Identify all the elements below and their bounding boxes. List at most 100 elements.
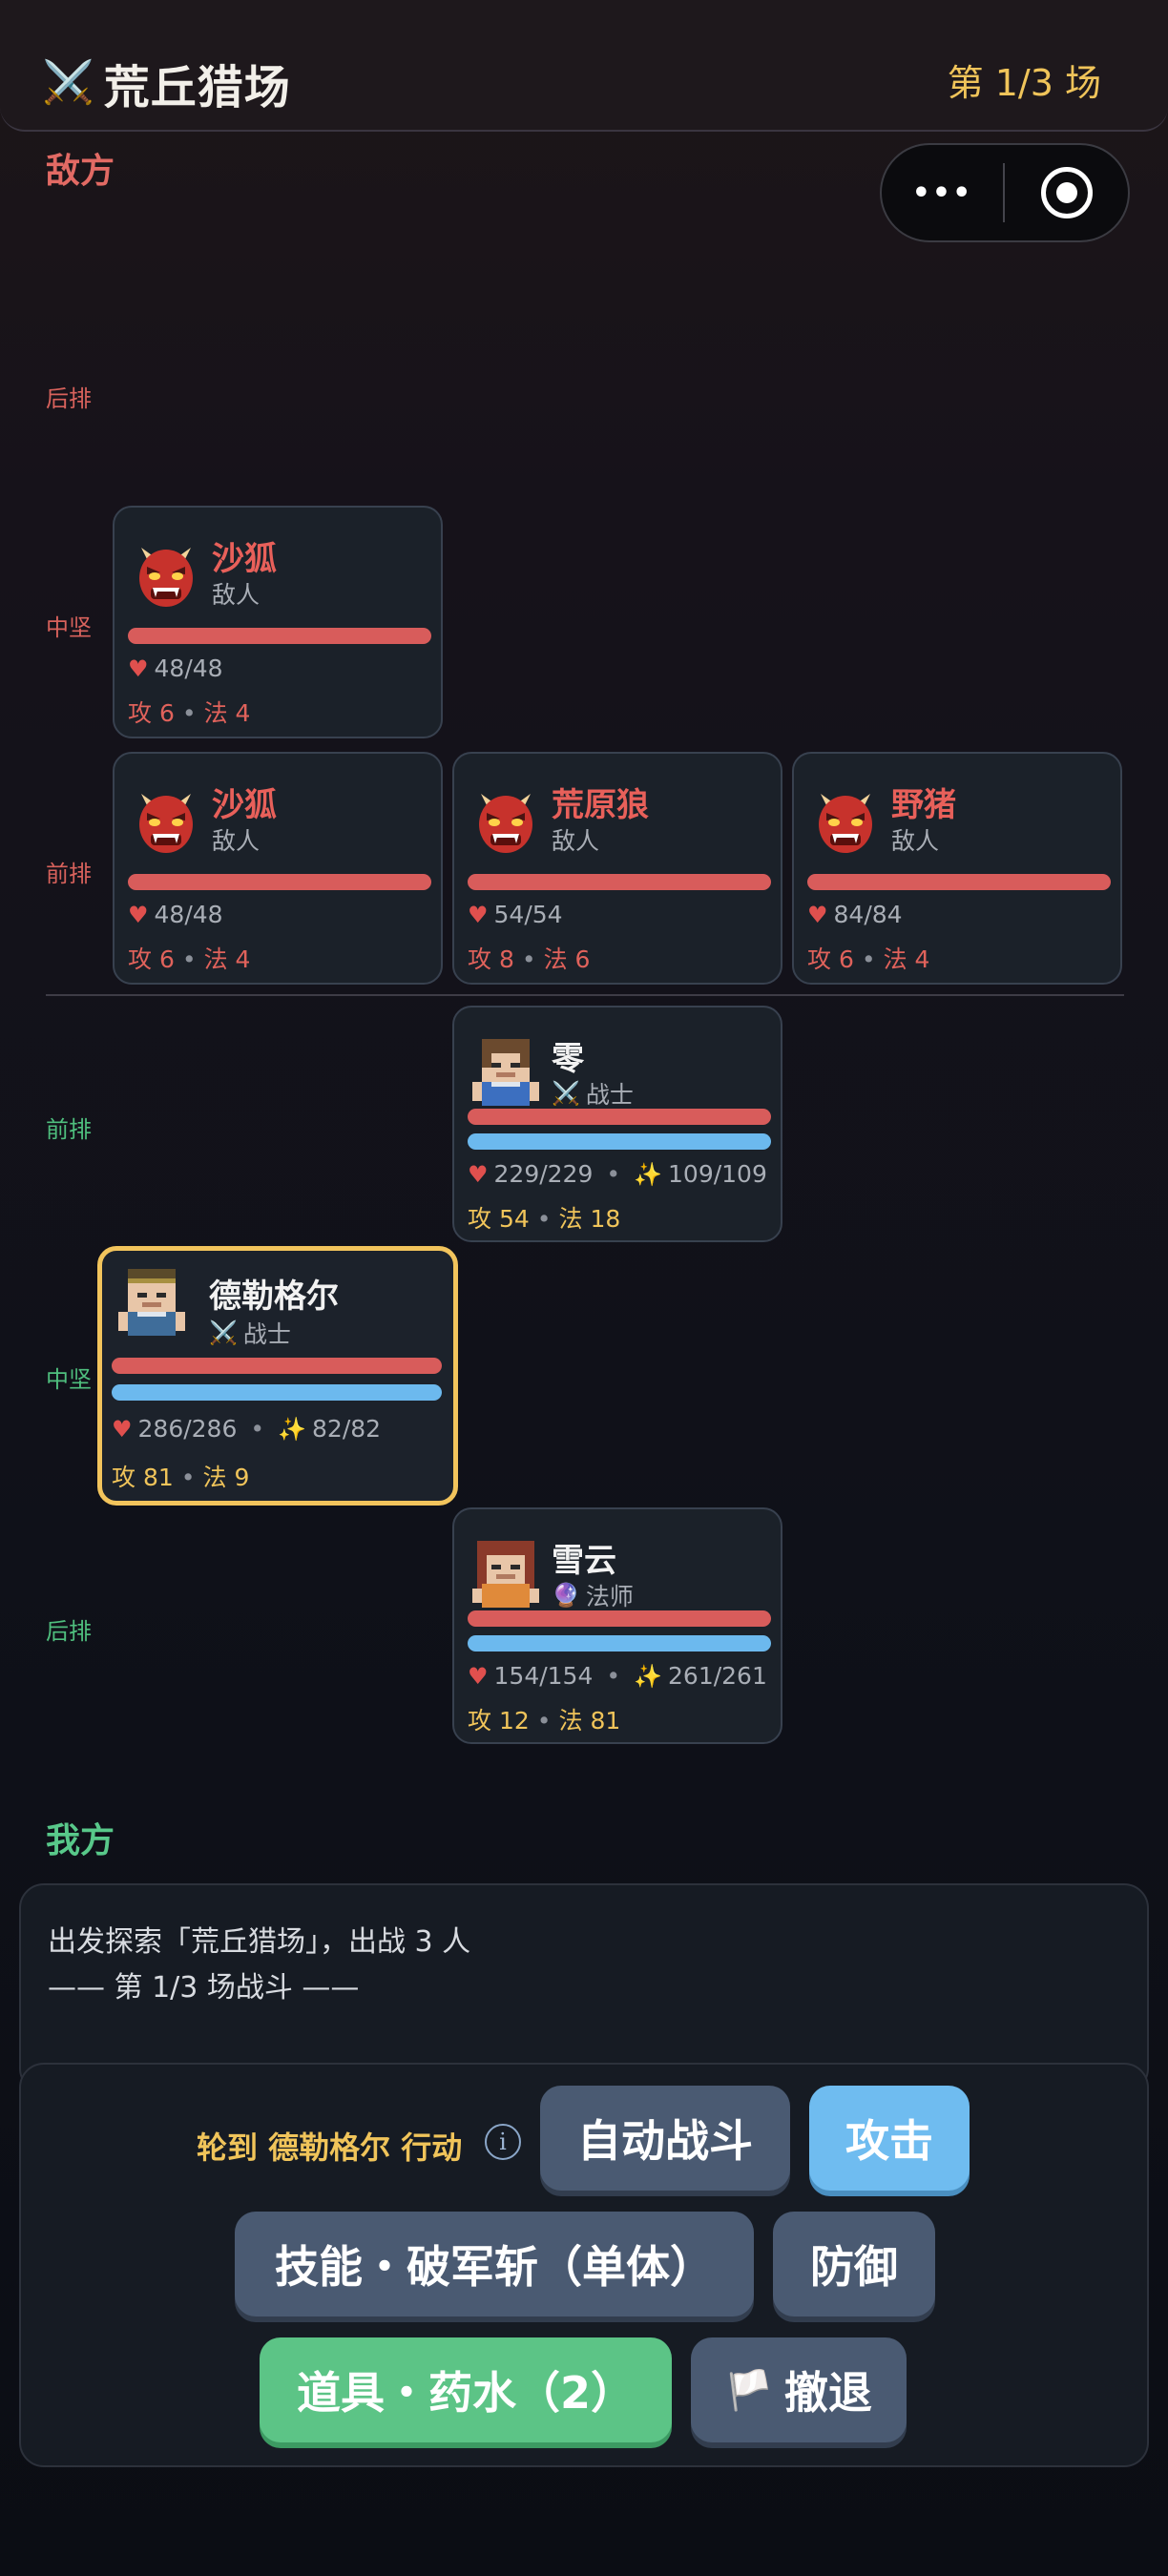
unit-role: 敌人 xyxy=(891,827,940,855)
magic-value: 法 4 xyxy=(883,945,930,973)
more-menu-button[interactable]: ••• xyxy=(882,177,1003,210)
stat-line: ♥ 84/84 xyxy=(807,901,903,928)
mp-value: 82/82 xyxy=(312,1415,382,1443)
unit-role: 敌人 xyxy=(552,827,600,855)
sparkle-icon: ✨ xyxy=(278,1415,307,1443)
crossed-swords-icon: ⚔️ xyxy=(209,1319,238,1346)
magic-value: 法 6 xyxy=(543,945,591,973)
hp-bar xyxy=(468,1610,771,1627)
info-icon[interactable]: i xyxy=(485,2124,521,2160)
battlefield-divider xyxy=(46,994,1124,996)
hp-value: 48/48 xyxy=(154,654,223,682)
item-potion-button[interactable]: 道具・药水（2） xyxy=(260,2337,672,2442)
stat-line: ♥ 54/54 xyxy=(468,901,563,928)
enemy-section-label: 敌方 xyxy=(46,152,115,191)
heart-icon: ♥ xyxy=(468,1160,489,1188)
hp-bar xyxy=(112,1358,442,1374)
sparkle-icon: ✨ xyxy=(634,1662,663,1690)
miniprogram-capsule: ••• xyxy=(880,143,1130,242)
attack-button[interactable]: 攻击 xyxy=(809,2086,970,2191)
oni-mask-icon xyxy=(139,794,193,853)
mp-bar xyxy=(468,1133,771,1150)
attack-magic-line: 攻 6 • 法 4 xyxy=(128,699,251,727)
heart-icon: ♥ xyxy=(128,654,149,682)
hp-value: 154/154 xyxy=(493,1662,594,1690)
heart-icon: ♥ xyxy=(128,901,149,928)
turn-indicator: 轮到 德勒格尔 行动 xyxy=(197,2129,463,2166)
ally-section-label: 我方 xyxy=(46,1821,115,1860)
magic-value: 法 81 xyxy=(558,1707,621,1735)
attack-value: 攻 54 xyxy=(468,1205,530,1233)
auto-battle-button[interactable]: 自动战斗 xyxy=(540,2086,790,2191)
stat-line: ♥ 229/229 • ✨ 109/109 xyxy=(468,1160,767,1188)
hp-bar xyxy=(128,628,431,644)
heart-icon: ♥ xyxy=(807,901,828,928)
enemy-card-sand-fox-front[interactable]: 沙狐 敌人 ♥ 48/48 攻 6 • 法 4 xyxy=(113,752,443,985)
heart-icon: ♥ xyxy=(468,901,489,928)
warrior-avatar-icon xyxy=(118,1269,185,1336)
attack-value: 攻 6 xyxy=(807,945,854,973)
skill-button[interactable]: 技能・破军斩（单体） xyxy=(235,2212,754,2316)
attack-magic-line: 攻 81 • 法 9 xyxy=(112,1464,250,1491)
stat-line: ♥ 48/48 xyxy=(128,901,223,928)
defend-button[interactable]: 防御 xyxy=(773,2212,935,2316)
oni-mask-icon xyxy=(479,794,532,853)
unit-name: 沙狐 xyxy=(212,540,277,578)
ally-card-delgerel-active[interactable]: 德勒格尔 ⚔️ 战士 ♥ 286/286 • ✨ 82/82 攻 81 • 法 9 xyxy=(97,1246,458,1506)
attack-value: 攻 6 xyxy=(128,945,175,973)
hp-value: 229/229 xyxy=(493,1160,594,1188)
unit-name: 野猪 xyxy=(891,786,956,824)
stat-line: ♥ 286/286 • ✨ 82/82 xyxy=(112,1415,382,1443)
magic-value: 法 4 xyxy=(203,699,251,727)
attack-magic-line: 攻 8 • 法 6 xyxy=(468,945,591,973)
hp-bar xyxy=(807,874,1111,890)
ally-card-ling[interactable]: 零 ⚔️ 战士 ♥ 229/229 • ✨ 109/109 攻 54 • 法 18 xyxy=(452,1006,782,1242)
sparkle-icon: ✨ xyxy=(634,1160,663,1188)
ally-row-label-front: 前排 xyxy=(46,1116,92,1143)
enemy-row-label-front: 前排 xyxy=(46,861,92,887)
white-flag-icon: 🏳️ xyxy=(725,2368,773,2413)
oni-mask-icon xyxy=(139,548,193,607)
title-group: ⚔️ 荒丘猎场 xyxy=(42,50,291,116)
enemy-row-label-middle: 中坚 xyxy=(46,614,92,641)
mp-value: 261/261 xyxy=(668,1662,767,1690)
attack-value: 攻 6 xyxy=(128,699,175,727)
attack-magic-line: 攻 54 • 法 18 xyxy=(468,1205,621,1233)
retreat-button[interactable]: 🏳️ 撤退 xyxy=(691,2337,907,2442)
hp-value: 54/54 xyxy=(493,901,563,928)
target-icon xyxy=(1040,167,1093,218)
ally-row-label-back: 后排 xyxy=(46,1618,92,1645)
heart-icon: ♥ xyxy=(112,1415,133,1443)
stat-line: ♥ 48/48 xyxy=(128,654,223,682)
hp-bar xyxy=(128,874,431,890)
attack-magic-line: 攻 12 • 法 81 xyxy=(468,1707,621,1735)
unit-role: 敌人 xyxy=(212,827,261,855)
mp-value: 109/109 xyxy=(668,1160,767,1188)
magic-value: 法 9 xyxy=(202,1464,250,1491)
unit-name: 德勒格尔 xyxy=(209,1278,339,1316)
crossed-swords-icon: ⚔️ xyxy=(552,1080,580,1107)
hp-value: 286/286 xyxy=(137,1415,238,1443)
retreat-label: 撤退 xyxy=(783,2367,872,2419)
close-miniprogram-button[interactable] xyxy=(1005,167,1128,218)
magic-value: 法 4 xyxy=(203,945,251,973)
log-line: 出发探索「荒丘猎场」，出战 3 人 xyxy=(48,1925,471,1959)
top-bar: ⚔️ 荒丘猎场 第 1/3 场 xyxy=(0,0,1168,132)
enemy-row-label-back: 后排 xyxy=(46,385,92,412)
mp-bar xyxy=(468,1635,771,1652)
unit-role: ⚔️ 战士 xyxy=(209,1319,291,1348)
unit-name: 沙狐 xyxy=(212,786,277,824)
hp-bar xyxy=(468,1109,771,1125)
enemy-card-wild-boar[interactable]: 野猪 敌人 ♥ 84/84 攻 6 • 法 4 xyxy=(792,752,1122,985)
ally-card-xueyun[interactable]: 雪云 🔮 法师 ♥ 154/154 • ✨ 261/261 攻 12 • 法 81 xyxy=(452,1507,782,1744)
enemy-card-sand-fox-middle[interactable]: 沙狐 敌人 ♥ 48/48 攻 6 • 法 4 xyxy=(113,506,443,738)
hp-value: 84/84 xyxy=(833,901,903,928)
crossed-swords-icon: ⚔️ xyxy=(42,58,94,107)
log-line: —— 第 1/3 场战斗 —— xyxy=(48,1971,360,2005)
enemy-card-wasteland-wolf[interactable]: 荒原狼 敌人 ♥ 54/54 攻 8 • 法 6 xyxy=(452,752,782,985)
oni-mask-icon xyxy=(819,794,872,853)
unit-role: 敌人 xyxy=(212,581,261,609)
ally-row-label-middle: 中坚 xyxy=(46,1366,92,1393)
unit-name: 荒原狼 xyxy=(552,786,649,824)
mp-bar xyxy=(112,1384,442,1401)
